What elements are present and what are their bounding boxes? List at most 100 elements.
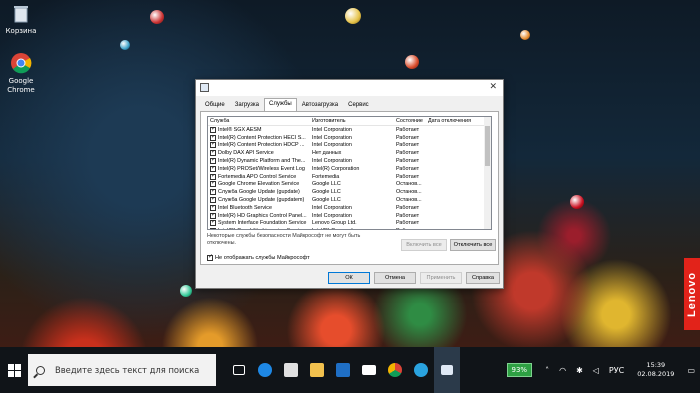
column-header-service[interactable]: Служба [208,118,312,124]
table-row[interactable]: Intel(R) Content Protection HECI S...Int… [208,134,491,142]
checkbox-icon[interactable] [210,228,216,229]
edge-icon[interactable] [252,347,278,393]
hide-microsoft-services-checkbox[interactable]: Не отображать службы Майкрософт [207,253,310,261]
column-header-status[interactable]: Состояние [396,118,428,124]
status-cell: Работает [396,158,420,165]
mail-icon[interactable] [356,347,382,393]
battery-indicator[interactable]: 93% [506,363,533,377]
security-services-note: Некоторые службы безопасности Майкрософт… [207,233,361,246]
checkbox-icon[interactable] [210,189,216,196]
checkbox-icon[interactable] [210,212,216,219]
manufacturer-cell: Intel Corporation [312,204,352,211]
chrome-icon [10,52,32,74]
table-row[interactable]: Intel Bluetooth ServiceIntel Corporation… [208,204,491,212]
ok-button[interactable]: ОК [328,272,370,284]
volume-icon[interactable]: ◁ [593,366,599,375]
column-header-date-disabled[interactable]: Дата отключения [428,118,484,124]
checkbox-icon[interactable] [210,220,216,227]
table-row[interactable]: Intel® SGX AESMIntel Corporation Работает [208,126,491,134]
checkbox-icon[interactable] [210,150,216,157]
manufacturer-cell: Intel Corporation [312,134,352,141]
clock-date: 02.08.2019 [637,370,675,378]
manufacturer-cell: Intel Corporation [312,126,352,133]
table-row[interactable]: System Interface Foundation ServiceLenov… [208,220,491,228]
language-indicator[interactable]: РУС [609,366,624,375]
checkbox-icon[interactable] [210,165,216,172]
lenovo-vantage-icon[interactable] [330,347,356,393]
cancel-button[interactable]: Отмена [374,272,416,284]
tab-startup[interactable]: Автозагрузка [297,99,343,111]
desktop-icon-chrome[interactable]: Google Chrome [0,52,42,95]
desktop-icon-label: Корзина [5,27,37,35]
chrome-taskbar-icon[interactable] [382,347,408,393]
file-explorer-icon[interactable] [304,347,330,393]
checkbox-icon[interactable] [210,197,216,204]
tab-tools[interactable]: Сервис [343,99,374,111]
start-button[interactable] [0,363,28,377]
close-icon[interactable]: ✕ [489,81,497,92]
status-cell: Работает [396,220,420,227]
enable-all-button[interactable]: Включить все [401,239,447,251]
manufacturer-cell: Intel(R) Corporation [312,228,396,229]
status-cell: Останов... [396,197,422,204]
table-row[interactable]: Fortemedia APO Control ServiceFortemedia… [208,173,491,181]
dialog-tabs: Общие Загрузка Службы Автозагрузка Серви… [200,98,374,111]
chevron-up-icon[interactable]: ˄ [545,366,549,375]
service-name-cell: System Interface Foundation Service [208,220,312,227]
service-name-cell: Google Chrome Elevation Service [208,181,312,188]
status-cell: Работает [396,165,420,172]
checkbox-icon[interactable] [210,158,216,165]
table-row[interactable]: Intel(R) Content Protection HDCP ...Inte… [208,142,491,150]
checkbox-icon[interactable] [210,134,216,141]
apply-button[interactable]: Применить [420,272,462,284]
table-row[interactable]: Dolby DAX API ServiceНет данных Работает [208,149,491,157]
clock[interactable]: 15:39 02.08.2019 [637,361,674,379]
disable-all-button[interactable]: Отключить все [450,239,496,251]
service-name-cell: Intel Bluetooth Service [208,204,312,211]
checkbox-icon[interactable] [210,142,216,149]
service-name-cell: Dolby DAX API Service [208,150,312,157]
table-row[interactable]: Intel(R) Capability Licensing Servic...I… [208,227,491,229]
service-name-cell: Intel(R) Dynamic Platform and The... [208,158,312,165]
table-row[interactable]: Служба Google Update (gupdatem)Google LL… [208,196,491,204]
lenovo-logo: Lenovo [684,258,700,330]
table-row[interactable]: Intel(R) Dynamic Platform and The...Inte… [208,157,491,165]
manufacturer-cell: Intel Corporation [312,158,352,165]
taskbar-search-box[interactable]: Введите здесь текст для поиска [28,354,216,386]
task-view-icon[interactable] [226,347,252,393]
help-button[interactable]: Справка [466,272,500,284]
desktop-icon-recycle-bin[interactable]: Корзина [0,2,42,36]
manufacturer-cell: Intel Corporation [312,212,352,219]
dialog-titlebar[interactable]: ✕ [196,80,503,96]
notifications-icon[interactable]: ▭ [687,366,695,375]
services-list[interactable]: Служба Изготовитель Состояние Дата отклю… [207,116,492,230]
wifi-icon[interactable]: ◠ [559,366,566,375]
manufacturer-cell: Google LLC [312,181,341,188]
table-row[interactable]: Intel(R) HD Graphics Control Panel...Int… [208,212,491,220]
tab-general[interactable]: Общие [200,99,230,111]
telegram-icon[interactable] [408,347,434,393]
bubble-decoration [570,195,584,209]
tab-services[interactable]: Службы [264,98,297,111]
table-row[interactable]: Google Chrome Elevation ServiceGoogle LL… [208,181,491,189]
taskbar: Введите здесь текст для поиска 93% ˄ ◠ ✱… [0,347,700,393]
scrollbar-thumb[interactable] [485,126,490,166]
checkbox-icon[interactable] [207,253,213,261]
checkbox-icon[interactable] [210,126,216,133]
bubble-decoration [405,55,419,69]
table-row[interactable]: Intel(R) PROSet/Wireless Event LogIntel(… [208,165,491,173]
msconfig-taskbar-icon[interactable] [434,347,460,393]
table-row[interactable]: Служба Google Update (gupdate)Google LLC… [208,188,491,196]
services-scrollbar[interactable] [484,117,491,229]
column-header-manufacturer[interactable]: Изготовитель [312,118,396,124]
tab-boot[interactable]: Загрузка [230,99,264,111]
checkbox-icon[interactable] [210,181,216,188]
checkbox-icon[interactable] [210,204,216,211]
status-cell: Останов... [396,189,422,196]
checkbox-icon[interactable] [210,173,216,180]
store-icon[interactable] [278,347,304,393]
service-name-cell: Fortemedia APO Control Service [208,173,312,180]
manufacturer-cell: Google LLC [312,197,341,204]
status-cell: Работает [396,142,420,149]
bluetooth-icon[interactable]: ✱ [576,366,583,375]
